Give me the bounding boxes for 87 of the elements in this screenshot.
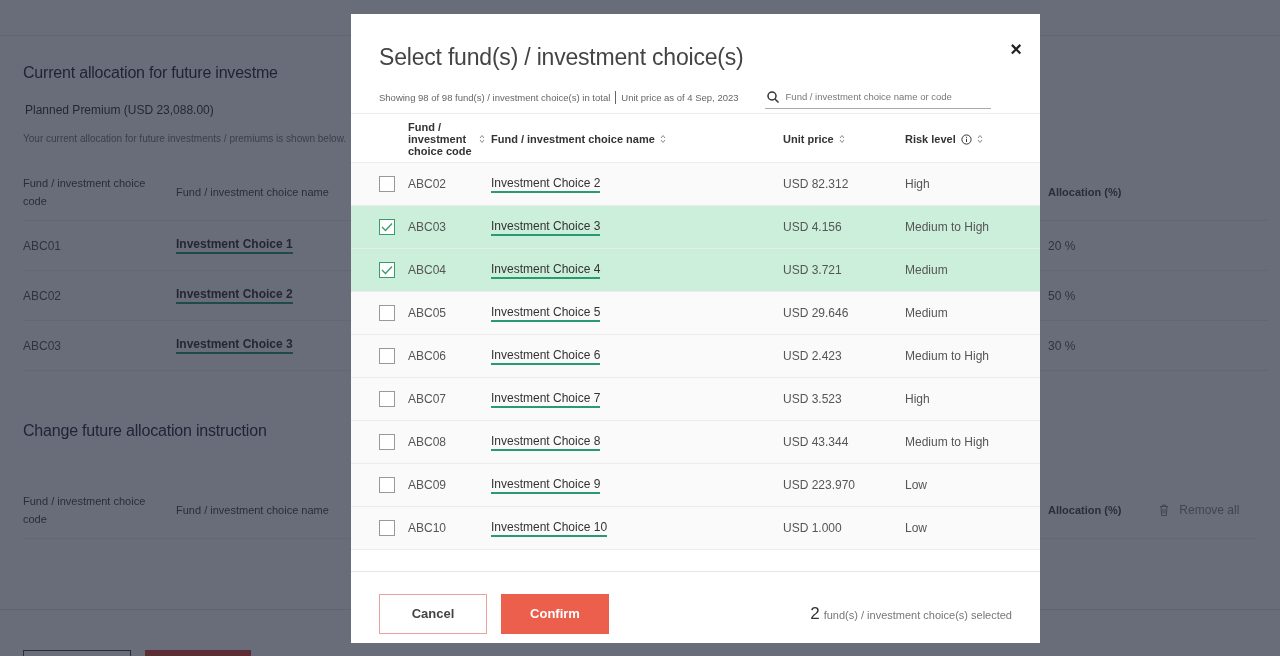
- fund-link[interactable]: Investment Choice 7: [491, 390, 601, 408]
- table-cell-text: High: [905, 177, 931, 191]
- trash-icon: [1159, 504, 1170, 516]
- fund-link[interactable]: Investment Choice 9: [491, 476, 601, 494]
- table-cell-text: USD 43.344: [783, 435, 850, 449]
- table-cell-text: ABC10: [408, 521, 448, 535]
- table-cell: ABC02: [23, 288, 62, 303]
- fund-link[interactable]: Investment Choice 5: [491, 304, 601, 322]
- checkbox[interactable]: [379, 262, 395, 278]
- table-cell-text: ABC06: [408, 349, 448, 363]
- modal-title: Select fund(s) / investment choice(s): [379, 44, 744, 71]
- table-cell-text: USD 4.156: [783, 220, 843, 234]
- table-cell-text: ABC02: [408, 177, 448, 191]
- column-header: Fund / investment choice code: [408, 121, 473, 157]
- fund-link[interactable]: Investment Choice 4: [491, 261, 601, 279]
- table-cell-text: USD 3.721: [783, 263, 843, 277]
- table-row[interactable]: ABC09 Investment Choice 9 USD 223.970 Low: [351, 464, 1040, 507]
- table-row[interactable]: ABC10 Investment Choice 10 USD 1.000 Low: [351, 507, 1040, 550]
- table-cell-text: ABC07: [408, 392, 448, 406]
- column-header: Unit price: [783, 133, 834, 145]
- table-row[interactable]: ABC05 Investment Choice 5 USD 29.646 Medium: [351, 292, 1040, 335]
- table-cell-text: Medium to High: [905, 435, 991, 449]
- table-cell-text: USD 29.646: [783, 306, 850, 320]
- table-cell-text: Medium: [905, 263, 949, 277]
- table-cell-text: USD 2.423: [783, 349, 843, 363]
- sort-icon[interactable]: [976, 134, 983, 144]
- price-date: Unit price as of 4 Sep, 2023: [621, 91, 739, 103]
- table-cell-text: USD 1.000: [783, 521, 843, 535]
- table-cell-text: USD 3.523: [783, 392, 843, 406]
- checkbox[interactable]: [379, 305, 395, 321]
- fund-link[interactable]: Investment Choice 8: [491, 433, 601, 451]
- table-cell-text: ABC05: [408, 306, 448, 320]
- planned-premium: Planned Premium (USD 23,088.00): [25, 103, 215, 117]
- table-row[interactable]: ABC08 Investment Choice 8 USD 43.344 Medium to High: [351, 421, 1040, 464]
- column-header: Fund / investment choice name: [176, 504, 329, 516]
- table-cell-text: Low: [905, 478, 928, 492]
- section-title: Change future allocation instruction: [23, 422, 268, 440]
- table-cell: 30 %: [1048, 338, 1076, 353]
- cancel-button[interactable]: Cancel: [379, 593, 487, 634]
- checkbox[interactable]: [379, 219, 395, 235]
- info-icon[interactable]: [960, 133, 972, 145]
- fund-link[interactable]: Investment Choice 3: [491, 218, 601, 236]
- selected-label: fund(s) / investment choice(s) selected: [823, 608, 1012, 621]
- checkbox[interactable]: [379, 176, 395, 192]
- close-button[interactable]: ×: [1008, 39, 1024, 59]
- fund-link[interactable]: Investment Choice 10: [491, 519, 608, 537]
- table-cell-text: Medium to High: [905, 220, 991, 234]
- table-cell-text: ABC09: [408, 478, 448, 492]
- results-summary: Showing 98 of 98 fund(s) / investment choice(s) in total: [379, 91, 611, 103]
- table-row[interactable]: ABC07 Investment Choice 7 USD 3.523 High: [351, 378, 1040, 421]
- table-cell-text: USD 223.970: [783, 478, 857, 492]
- sort-icon[interactable]: [479, 134, 485, 144]
- column-header: Allocation (%): [1048, 186, 1122, 198]
- fund-link[interactable]: Investment Choice 6: [491, 347, 601, 365]
- checkbox[interactable]: [379, 391, 395, 407]
- search-icon: [766, 90, 779, 103]
- checkbox[interactable]: [379, 520, 395, 536]
- table-cell-text: ABC04: [408, 263, 448, 277]
- table-cell: ABC03: [23, 338, 62, 353]
- table-cell-text: ABC03: [408, 220, 448, 234]
- table-cell: 50 %: [1048, 288, 1076, 303]
- table-row[interactable]: ABC04 Investment Choice 4 USD 3.721 Medium: [351, 249, 1040, 292]
- column-header: Fund / investment choice code: [23, 176, 147, 209]
- fund-link[interactable]: Investment Choice 2: [491, 175, 601, 193]
- sort-icon[interactable]: [659, 134, 666, 144]
- column-header: Fund / investment choice name: [176, 186, 329, 198]
- table-cell-text: ABC08: [408, 435, 448, 449]
- column-header: Fund / investment choice code: [23, 494, 147, 527]
- table-cell-text: Medium to High: [905, 349, 991, 363]
- column-header: Allocation (%): [1048, 504, 1122, 516]
- sort-icon[interactable]: [838, 134, 845, 144]
- table-cell: 20 %: [1048, 238, 1076, 253]
- table-cell-text: USD 82.312: [783, 177, 850, 191]
- table-row[interactable]: ABC06 Investment Choice 6 USD 2.423 Medium to High: [351, 335, 1040, 378]
- column-header: Risk level: [905, 133, 956, 145]
- checkbox[interactable]: [379, 348, 395, 364]
- table-row[interactable]: ABC03 Investment Choice 3 USD 4.156 Medium to High: [351, 206, 1040, 249]
- section-title: Current allocation for future investme: [23, 64, 279, 82]
- table-cell-text: Medium: [905, 306, 949, 320]
- checkbox[interactable]: [379, 434, 395, 450]
- column-header: Fund / investment choice name: [491, 133, 655, 145]
- table-cell-text: Low: [905, 521, 928, 535]
- table-cell-text: High: [905, 392, 931, 406]
- table-row[interactable]: ABC02 Investment Choice 2 USD 82.312 High: [351, 163, 1040, 206]
- selected-count: 2: [810, 603, 820, 624]
- table-cell: ABC01: [23, 238, 62, 253]
- checkbox[interactable]: [379, 477, 395, 493]
